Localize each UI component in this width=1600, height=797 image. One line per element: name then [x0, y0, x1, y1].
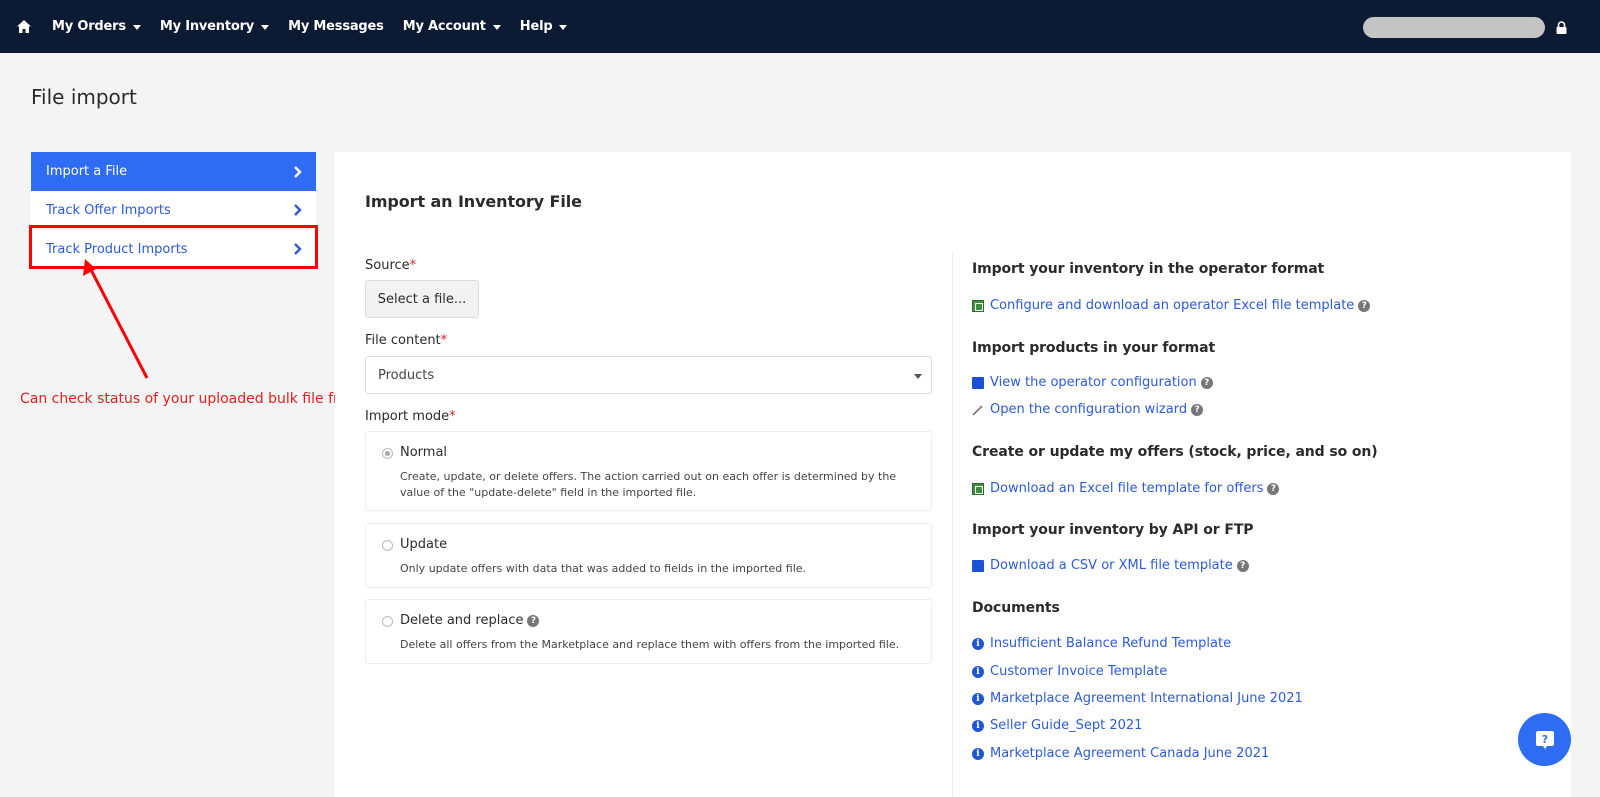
- help-circle-icon[interactable]: ?: [1200, 376, 1213, 389]
- nav-label: My Account: [402, 19, 486, 34]
- nav-my-account[interactable]: My Account: [403, 19, 501, 34]
- mode-option-normal[interactable]: Normal Create, update, or delete offers.…: [365, 431, 932, 511]
- mode-option-update[interactable]: Update Only update offers with data that…: [365, 523, 932, 588]
- nav-label: My Messages: [288, 19, 384, 34]
- required-mark: *: [440, 333, 448, 348]
- svg-text:?: ?: [1541, 733, 1547, 746]
- offers-template-link[interactable]: Download an Excel file template for offe…: [972, 481, 1280, 496]
- caret-down-icon: [559, 24, 568, 30]
- help-chat-button[interactable]: ?: [1518, 713, 1571, 766]
- nav-label: Help: [519, 19, 553, 34]
- source-label: Source*: [365, 258, 416, 273]
- link-text: Marketplace Agreement International June…: [990, 691, 1303, 706]
- link-text: Insufficient Balance Refund Template: [990, 636, 1232, 651]
- required-mark: *: [449, 409, 456, 424]
- help-circle-icon[interactable]: ?: [1358, 299, 1371, 312]
- menu-item-label: Import a File: [46, 164, 128, 179]
- info-icon: i: [972, 692, 984, 705]
- help-circle-icon[interactable]: ?: [527, 614, 540, 627]
- help-circle-icon[interactable]: ?: [1267, 482, 1280, 495]
- caret-down-icon: [492, 24, 501, 30]
- excel-icon: [972, 299, 984, 312]
- link-text: Download a CSV or XML file template: [990, 558, 1233, 573]
- document-link[interactable]: i Insufficient Balance Refund Template: [972, 636, 1231, 651]
- page-title: File import: [31, 85, 137, 109]
- nav-my-inventory[interactable]: My Inventory: [159, 19, 270, 34]
- nav-my-messages[interactable]: My Messages: [288, 19, 384, 34]
- help-bubble-icon: ?: [1535, 730, 1554, 749]
- mode-description: Create, update, or delete offers. The ac…: [400, 470, 897, 499]
- import-mode-label: Import mode*: [365, 409, 456, 424]
- chevron-right-icon: [294, 165, 302, 178]
- caret-down-icon: [914, 374, 922, 379]
- top-nav-bar: My Orders My Inventory My Messages My Ac…: [0, 0, 1600, 53]
- annotation-arrow-icon: [83, 259, 149, 379]
- mode-name: Normal: [400, 445, 448, 460]
- radio-update[interactable]: [382, 540, 393, 551]
- link-text: Open the configuration wizard: [990, 402, 1188, 417]
- info-icon: i: [972, 747, 984, 760]
- info-icon: i: [972, 637, 984, 650]
- configure-template-link[interactable]: Configure and download an operator Excel…: [972, 298, 1371, 313]
- file-content-label: File content*: [365, 333, 447, 348]
- document-link[interactable]: i Customer Invoice Template: [972, 664, 1167, 679]
- section-heading: Import your inventory by API or FTP: [972, 522, 1254, 538]
- home-icon[interactable]: [16, 19, 32, 35]
- caret-down-icon: [261, 24, 270, 30]
- nav-my-orders[interactable]: My Orders: [52, 19, 141, 34]
- panel-title: Import an Inventory File: [365, 192, 582, 211]
- link-text: Seller Guide_Sept 2021: [990, 718, 1143, 733]
- label-text: Source: [365, 258, 410, 273]
- nav-label: My Orders: [52, 19, 126, 34]
- excel-icon: [972, 482, 984, 495]
- label-text: Import mode: [365, 409, 450, 424]
- info-icon: i: [972, 665, 984, 678]
- section-heading: Import your inventory in the operator fo…: [972, 261, 1325, 277]
- link-text: Marketplace Agreement Canada June 2021: [990, 746, 1270, 761]
- radio-delete-and-replace[interactable]: [382, 616, 393, 627]
- book-icon: [972, 559, 984, 572]
- lock-icon[interactable]: [1556, 19, 1567, 34]
- info-icon: i: [972, 719, 984, 732]
- column-divider: [952, 252, 953, 797]
- nav-help[interactable]: Help: [520, 19, 568, 34]
- mode-option-delete-and-replace[interactable]: Delete and replace? Delete all offers fr…: [365, 599, 932, 664]
- redacted-account-pill[interactable]: [1363, 17, 1545, 38]
- mode-description: Only update offers with data that was ad…: [400, 562, 807, 575]
- link-text: Customer Invoice Template: [990, 664, 1168, 679]
- section-heading: Create or update my offers (stock, price…: [972, 444, 1378, 460]
- link-text: View the operator configuration: [990, 375, 1197, 390]
- label-text: File content: [365, 333, 441, 348]
- csv-xml-template-link[interactable]: Download a CSV or XML file template?: [972, 558, 1249, 573]
- link-text: Download an Excel file template for offe…: [990, 481, 1264, 496]
- document-link[interactable]: i Marketplace Agreement International Jun…: [972, 691, 1303, 706]
- section-heading: Documents: [972, 600, 1060, 616]
- document-link[interactable]: i Marketplace Agreement Canada June 2021: [972, 746, 1269, 761]
- select-file-button[interactable]: Select a file...: [365, 280, 479, 318]
- link-text: Configure and download an operator Excel…: [990, 298, 1355, 313]
- book-icon: [972, 376, 984, 389]
- mode-name: Delete and replace: [400, 613, 524, 628]
- view-operator-configuration-link[interactable]: View the operator configuration?: [972, 375, 1213, 390]
- required-mark: *: [409, 258, 417, 273]
- menu-item-import-a-file[interactable]: Import a File: [31, 152, 316, 191]
- menu-item-label: Track Offer Imports: [46, 202, 171, 218]
- magic-wand-icon: [972, 404, 983, 416]
- nav-label: My Inventory: [159, 19, 255, 34]
- annotation-highlight-box: [29, 225, 318, 269]
- document-link[interactable]: i Seller Guide_Sept 2021: [972, 718, 1142, 733]
- mode-name-wrap: Delete and replace?: [400, 613, 540, 628]
- chevron-right-icon: [294, 204, 302, 216]
- import-panel: Import an Inventory File Source* Select …: [335, 152, 1571, 797]
- file-content-value: Products: [378, 367, 435, 383]
- file-content-select[interactable]: Products: [365, 356, 932, 394]
- radio-normal[interactable]: [382, 448, 393, 459]
- configuration-wizard-link[interactable]: Open the configuration wizard?: [972, 402, 1204, 417]
- help-circle-icon[interactable]: ?: [1191, 403, 1204, 416]
- help-circle-icon[interactable]: ?: [1236, 559, 1249, 572]
- caret-down-icon: [132, 24, 141, 30]
- mode-name: Update: [400, 537, 448, 552]
- mode-description: Delete all offers from the Marketplace a…: [400, 638, 900, 651]
- section-heading: Import products in your format: [972, 340, 1216, 356]
